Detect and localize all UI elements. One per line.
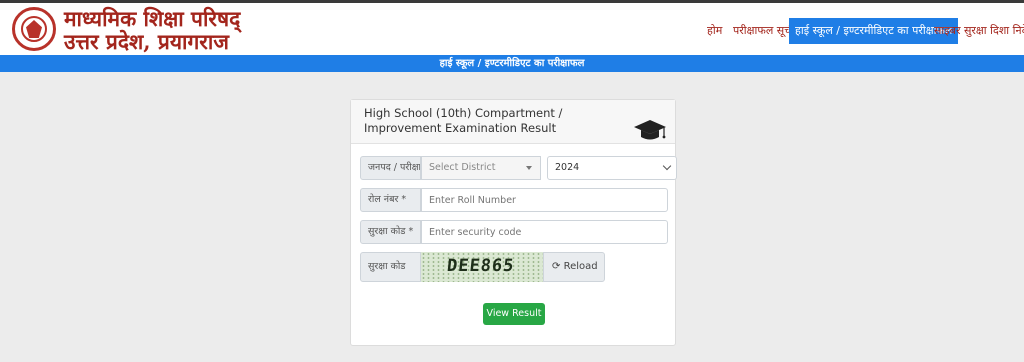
captcha-label: सुरक्षा कोड <box>360 252 421 282</box>
nav-result-list[interactable]: परीक्षाफल सूची <box>733 18 794 44</box>
district-label: जनपद / परीक्षा <box>360 156 421 180</box>
roll-label: रोल नंबर * <box>360 188 421 212</box>
site-header: माध्यमिक शिक्षा परिषद् उत्तर प्रदेश, प्र… <box>0 3 1024 55</box>
captcha-image: DEE865 <box>421 252 543 282</box>
refresh-icon: ⟳ <box>552 261 561 272</box>
captcha-text: DEE865 <box>445 256 516 276</box>
reload-label: Reload <box>563 261 598 272</box>
graduation-cap-icon <box>634 120 666 140</box>
site-title[interactable]: माध्यमिक शिक्षा परिषद् उत्तर प्रदेश, प्र… <box>64 7 240 53</box>
card-header: High School (10th) Compartment / Improve… <box>351 100 675 144</box>
board-logo[interactable] <box>12 7 56 51</box>
district-select[interactable]: Select District <box>421 156 541 180</box>
security-label: सुरक्षा कोड * <box>360 220 421 244</box>
chevron-down-icon <box>662 161 672 171</box>
result-form-card: High School (10th) Compartment / Improve… <box>350 99 677 346</box>
year-select[interactable]: 2024 <box>547 156 677 180</box>
nav-hs-inter-result[interactable]: हाई स्कूल / इण्टरमीडिएट का परीक्षाफल <box>789 18 959 44</box>
security-code-input[interactable] <box>421 220 668 244</box>
district-placeholder: Select District <box>429 162 496 173</box>
page-banner: हाई स्कूल / इण्टरमीडिएट का परीक्षाफल <box>0 55 1024 72</box>
nav-home[interactable]: होम <box>707 18 722 44</box>
roll-number-input[interactable] <box>421 188 668 212</box>
nav-cyber-security[interactable]: साइबर सुरक्षा दिशा निर्देश <box>934 18 1024 44</box>
caret-down-icon <box>526 166 532 170</box>
site-title-line2: उत्तर प्रदेश, प्रयागराज <box>64 29 229 54</box>
year-value: 2024 <box>555 162 580 173</box>
form-title: High School (10th) Compartment / Improve… <box>364 106 563 135</box>
reload-button[interactable]: ⟳ Reload <box>543 252 605 282</box>
view-result-button[interactable]: View Result <box>483 303 545 325</box>
site-title-line1: माध्यमिक शिक्षा परिषद् <box>64 6 241 31</box>
